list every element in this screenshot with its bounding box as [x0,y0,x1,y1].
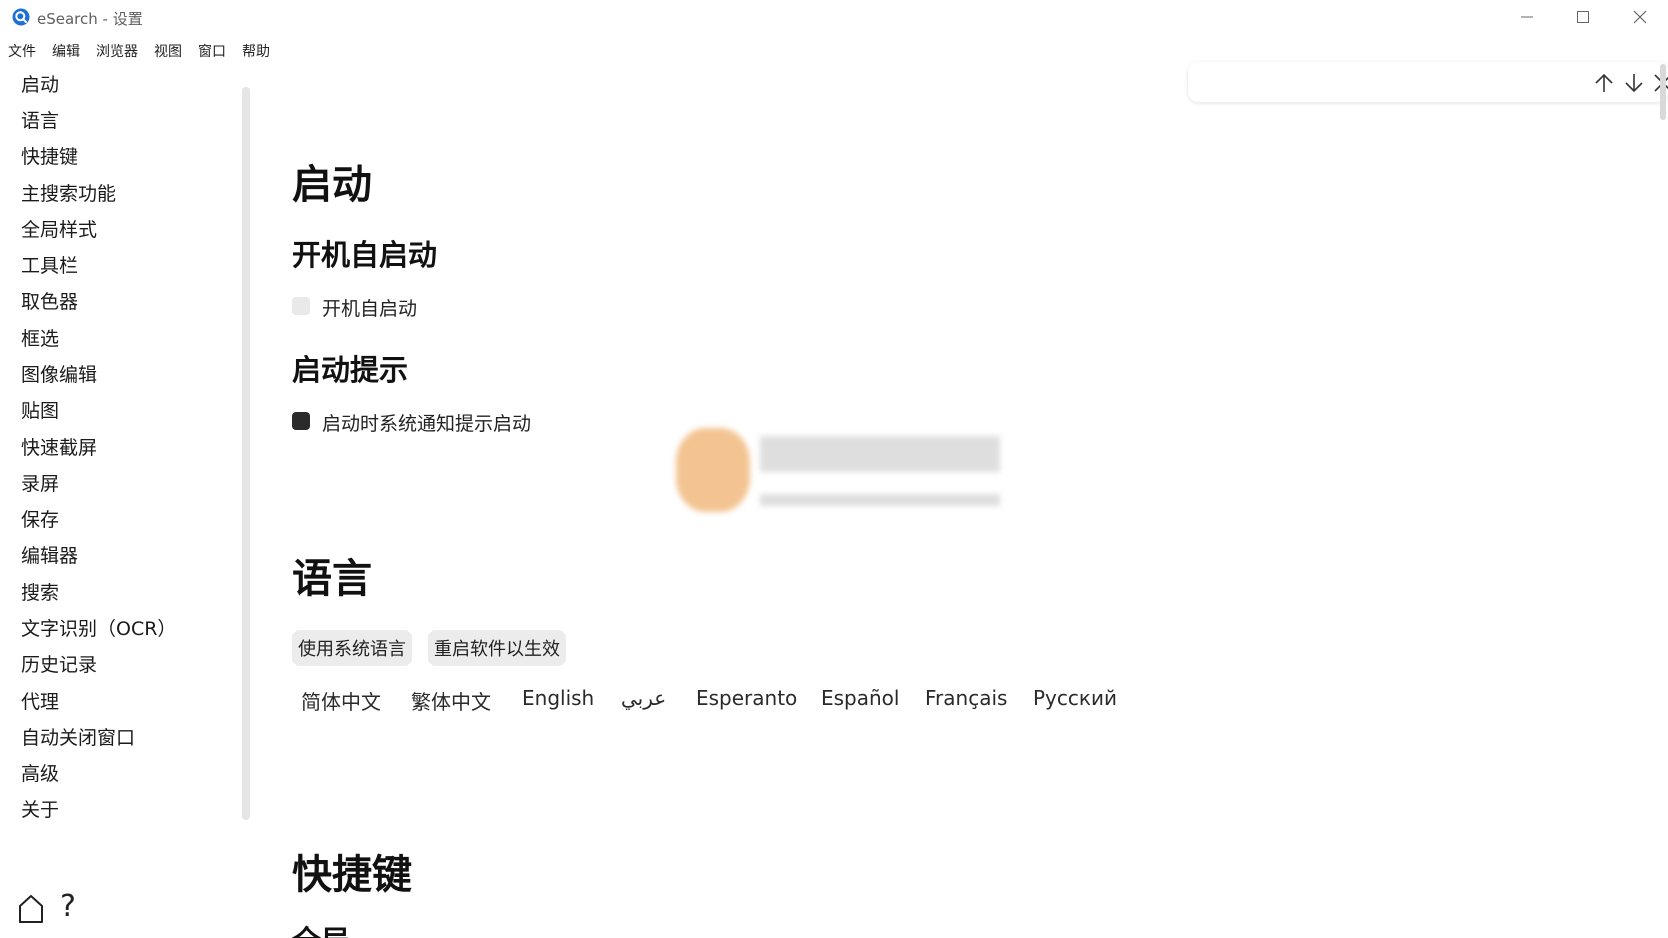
restart-to-apply-button[interactable]: 重启软件以生效 [428,630,566,666]
section-heading-shortcuts: 快捷键 [292,852,412,898]
menu-window[interactable]: 窗口 [190,38,234,62]
menu-browser[interactable]: 浏览器 [88,38,146,62]
lang-option-zh-hant[interactable]: 繁体中文 [411,686,491,715]
sidebar-item-auto-close[interactable]: 自动关闭窗口 [21,723,135,750]
menu-bar: 文件 编辑 浏览器 视图 窗口 帮助 [0,38,278,62]
find-previous-button[interactable] [1591,70,1617,96]
blurred-logo-image [676,424,1001,520]
lang-option-en[interactable]: English [522,686,594,710]
lang-option-ru[interactable]: Русский [1033,686,1117,710]
sidebar-item-screen-record[interactable]: 录屏 [21,469,59,496]
menu-help[interactable]: 帮助 [234,38,278,62]
sidebar-item-advanced[interactable]: 高级 [21,759,59,786]
lang-option-eo[interactable]: Esperanto [696,686,797,710]
sidebar-item-history[interactable]: 历史记录 [21,650,97,677]
sidebar-item-shortcuts[interactable]: 快捷键 [21,142,78,169]
sidebar-item-quick-screenshot[interactable]: 快速截屏 [21,433,97,460]
minimize-icon [1521,16,1533,18]
lang-option-zh-hans[interactable]: 简体中文 [301,686,381,715]
subheading-startup-notice: 启动提示 [292,353,409,387]
app-logo-icon [12,8,30,26]
section-heading-startup: 启动 [292,162,372,208]
sidebar-item-save[interactable]: 保存 [21,505,59,532]
sidebar-item-global-style[interactable]: 全局样式 [21,215,97,242]
use-system-language-button[interactable]: 使用系统语言 [292,630,412,666]
sidebar-item-proxy[interactable]: 代理 [21,687,59,714]
autostart-checkbox[interactable] [292,297,310,315]
sidebar-item-language[interactable]: 语言 [21,106,59,133]
sidebar-item-startup[interactable]: 启动 [21,70,59,97]
sidebar-item-image-edit[interactable]: 图像编辑 [21,360,97,387]
sidebar-item-pin[interactable]: 贴图 [21,396,59,423]
sidebar-item-ocr[interactable]: 文字识别（OCR） [21,614,176,641]
maximize-button[interactable] [1570,6,1596,28]
startup-notice-checkbox-label[interactable]: 启动时系统通知提示启动 [322,409,531,436]
sidebar-item-toolbar[interactable]: 工具栏 [21,251,78,278]
settings-window: eSearch - 设置 文件 编辑 浏览器 视图 窗口 帮助 启动 语言 快捷… [0,0,1668,938]
section-heading-language: 语言 [292,556,372,602]
sidebar-item-editor[interactable]: 编辑器 [21,541,78,568]
subheading-autostart: 开机自启动 [292,238,438,272]
autostart-checkbox-label[interactable]: 开机自启动 [322,294,417,321]
lang-option-ar[interactable]: عربي [621,686,666,710]
menu-edit[interactable]: 编辑 [44,38,88,62]
title-bar: eSearch - 设置 [0,0,1668,36]
sidebar-item-search[interactable]: 搜索 [21,578,59,605]
menu-file[interactable]: 文件 [0,38,44,62]
menu-view[interactable]: 视图 [146,38,190,62]
main-scrollbar[interactable] [1660,64,1666,120]
sidebar-item-main-search[interactable]: 主搜索功能 [21,179,116,206]
home-icon[interactable] [17,892,45,924]
sidebar-scrollbar[interactable] [242,87,250,820]
settings-sidebar: 启动 语言 快捷键 主搜索功能 全局样式 工具栏 取色器 框选 图像编辑 贴图 … [0,64,250,938]
window-title: eSearch - 设置 [37,10,143,28]
find-next-button[interactable] [1621,70,1647,96]
sidebar-item-about[interactable]: 关于 [21,795,59,822]
subheading-global: 全局 [292,918,350,938]
sidebar-item-color-picker[interactable]: 取色器 [21,287,78,314]
find-bar [1188,62,1668,102]
minimize-button[interactable] [1514,6,1540,28]
lang-option-es[interactable]: Español [821,686,899,710]
help-icon[interactable]: ? [60,889,76,924]
startup-notice-checkbox[interactable] [292,412,310,430]
close-icon [1633,10,1647,24]
maximize-icon [1577,11,1589,23]
lang-option-fr[interactable]: Français [925,686,1007,710]
arrow-down-icon [1625,74,1643,93]
arrow-up-icon [1595,73,1613,92]
close-window-button[interactable] [1627,6,1653,28]
sidebar-item-selection[interactable]: 框选 [21,324,59,351]
